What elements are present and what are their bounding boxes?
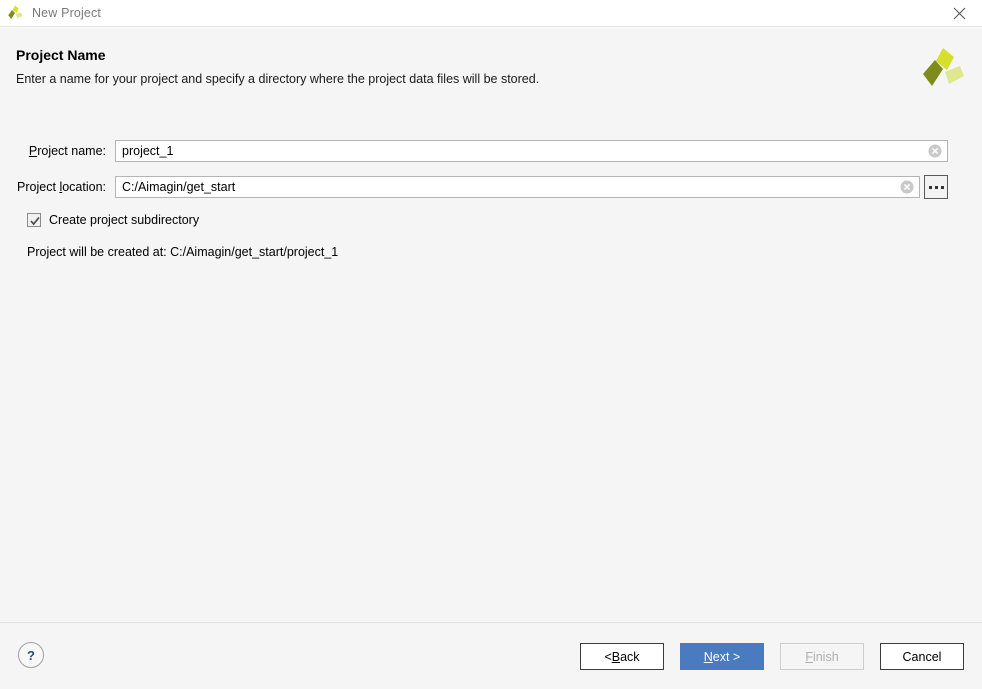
wizard-header: Project Name Enter a name for your proje… [0,27,982,101]
finish-button-mnemonic: F [805,649,813,664]
project-location-input-wrapper[interactable]: C:/Aimagin/get_start [115,176,920,198]
back-button-label: ack [620,649,640,664]
project-name-input[interactable]: project_1 [116,144,925,158]
project-location-row: Project location: C:/Aimagin/get_start [0,175,948,199]
project-location-label-prefix: Project [17,180,60,194]
ellipsis-icon-dot [934,185,938,189]
project-location-label: Project location: [0,180,115,194]
question-mark-icon[interactable]: ? [18,642,44,668]
wizard-footer: ? < Back Next > Finish Cancel [0,623,982,689]
ellipsis-icon-dot [940,185,944,189]
cancel-button[interactable]: Cancel [880,643,964,670]
project-name-label: Project name: [0,144,115,158]
back-button-mnemonic: B [611,649,621,664]
project-created-at-text: Project will be created at: C:/Aimagin/g… [27,245,339,259]
create-subdirectory-checkbox[interactable]: Create project subdirectory [27,213,199,227]
project-name-label-text: roject name: [37,144,106,158]
project-name-input-wrapper[interactable]: project_1 [115,140,948,162]
aimagin-pinwheel-logo-icon [918,45,966,93]
window-title: New Project [32,6,102,20]
window-titlebar: New Project [0,0,982,26]
checkmark-icon [30,216,40,226]
ellipsis-icon-dot [928,185,932,189]
project-location-input[interactable]: C:/Aimagin/get_start [116,180,897,194]
project-name-label-mnemonic: P [28,144,38,158]
clear-circle-icon[interactable] [925,141,945,161]
next-button-label: ext > [712,649,741,664]
back-button[interactable]: < Back [580,643,664,670]
aimagin-pinwheel-logo-icon [6,4,24,22]
next-button-mnemonic: N [703,649,713,664]
back-button-prefix: < [604,649,612,664]
next-button[interactable]: Next > [680,643,764,670]
wizard-button-group: < Back Next > Finish Cancel [580,643,964,670]
project-name-row: Project name: project_1 [0,140,948,162]
clear-circle-icon[interactable] [897,177,917,197]
page-subtitle: Enter a name for your project and specif… [16,72,540,86]
create-subdirectory-label: Create project subdirectory [49,213,200,227]
checkbox-box[interactable] [27,213,41,227]
finish-button-label: inish [812,649,839,664]
browse-directory-button[interactable] [924,175,948,199]
project-location-label-text: ocation: [62,180,106,194]
finish-button: Finish [780,643,864,670]
cancel-button-label: Cancel [902,649,942,664]
page-title: Project Name [16,47,106,63]
wizard-body: Project name: project_1 Project location… [0,101,982,622]
close-icon[interactable] [936,0,982,26]
